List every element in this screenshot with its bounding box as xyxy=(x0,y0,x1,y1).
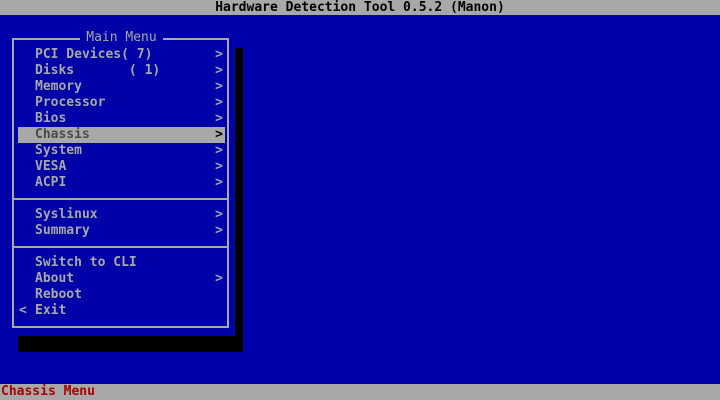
menu-item-label: Bios xyxy=(35,111,67,126)
menu-title: Main Menu xyxy=(8,30,235,46)
menu-item-disks[interactable]: Disks ( 1) > xyxy=(18,63,225,79)
menu-item-syslinux[interactable]: Syslinux > xyxy=(18,207,225,223)
menu-item-label: About xyxy=(35,271,75,286)
menu-item-system[interactable]: System > xyxy=(18,143,225,159)
chevron-right-icon: > xyxy=(215,95,223,110)
chevron-right-icon: > xyxy=(215,207,223,222)
menu-item-label: System xyxy=(35,143,82,158)
menu-item-label: Memory xyxy=(35,79,82,94)
chevron-right-icon: > xyxy=(215,175,223,190)
menu-divider xyxy=(12,246,229,248)
menu-item-bios[interactable]: Bios > xyxy=(18,111,225,127)
menu-item-label: PCI Devices( 7) xyxy=(35,47,153,62)
menu-item-chassis[interactable]: Chassis > xyxy=(18,127,225,143)
status-bar: Chassis Menu xyxy=(0,384,720,400)
menu-item-switch-to-cli[interactable]: Switch to CLI xyxy=(18,255,225,271)
menu-item-summary[interactable]: Summary > xyxy=(18,223,225,239)
chevron-left-icon: < xyxy=(19,303,27,318)
chevron-right-icon: > xyxy=(215,79,223,94)
menu-item-processor[interactable]: Processor > xyxy=(18,95,225,111)
menu-item-label: Switch to CLI xyxy=(35,255,137,270)
menu-item-vesa[interactable]: VESA > xyxy=(18,159,225,175)
chevron-right-icon: > xyxy=(215,159,223,174)
menu-item-label: Disks ( 1) xyxy=(35,63,161,78)
menu-item-exit[interactable]: < Exit xyxy=(18,303,225,319)
chevron-right-icon: > xyxy=(215,143,223,158)
menu-item-label: Reboot xyxy=(35,287,82,302)
menu-item-memory[interactable]: Memory > xyxy=(18,79,225,95)
menu-item-reboot[interactable]: Reboot xyxy=(18,287,225,303)
main-menu: Main Menu PCI Devices( 7) > Disks ( 1) >… xyxy=(8,30,235,336)
menu-item-label: Summary xyxy=(35,223,90,238)
chevron-right-icon: > xyxy=(215,127,223,142)
menu-item-pci-devices[interactable]: PCI Devices( 7) > xyxy=(18,47,225,63)
menu-item-label: Syslinux xyxy=(35,207,98,222)
chevron-right-icon: > xyxy=(215,223,223,238)
chevron-right-icon: > xyxy=(215,47,223,62)
chevron-right-icon: > xyxy=(215,271,223,286)
menu-item-label: Processor xyxy=(35,95,106,110)
chevron-right-icon: > xyxy=(215,111,223,126)
menu-item-about[interactable]: About > xyxy=(18,271,225,287)
menu-item-label: Exit xyxy=(35,303,67,318)
menu-item-acpi[interactable]: ACPI > xyxy=(18,175,225,191)
title-bar: Hardware Detection Tool 0.5.2 (Manon) xyxy=(0,0,720,15)
menu-item-label: VESA xyxy=(35,159,67,174)
menu-item-label: ACPI xyxy=(35,175,67,190)
chevron-right-icon: > xyxy=(215,63,223,78)
menu-item-label: Chassis xyxy=(35,127,90,142)
menu-divider xyxy=(12,198,229,200)
menu-title-text: Main Menu xyxy=(80,30,163,45)
